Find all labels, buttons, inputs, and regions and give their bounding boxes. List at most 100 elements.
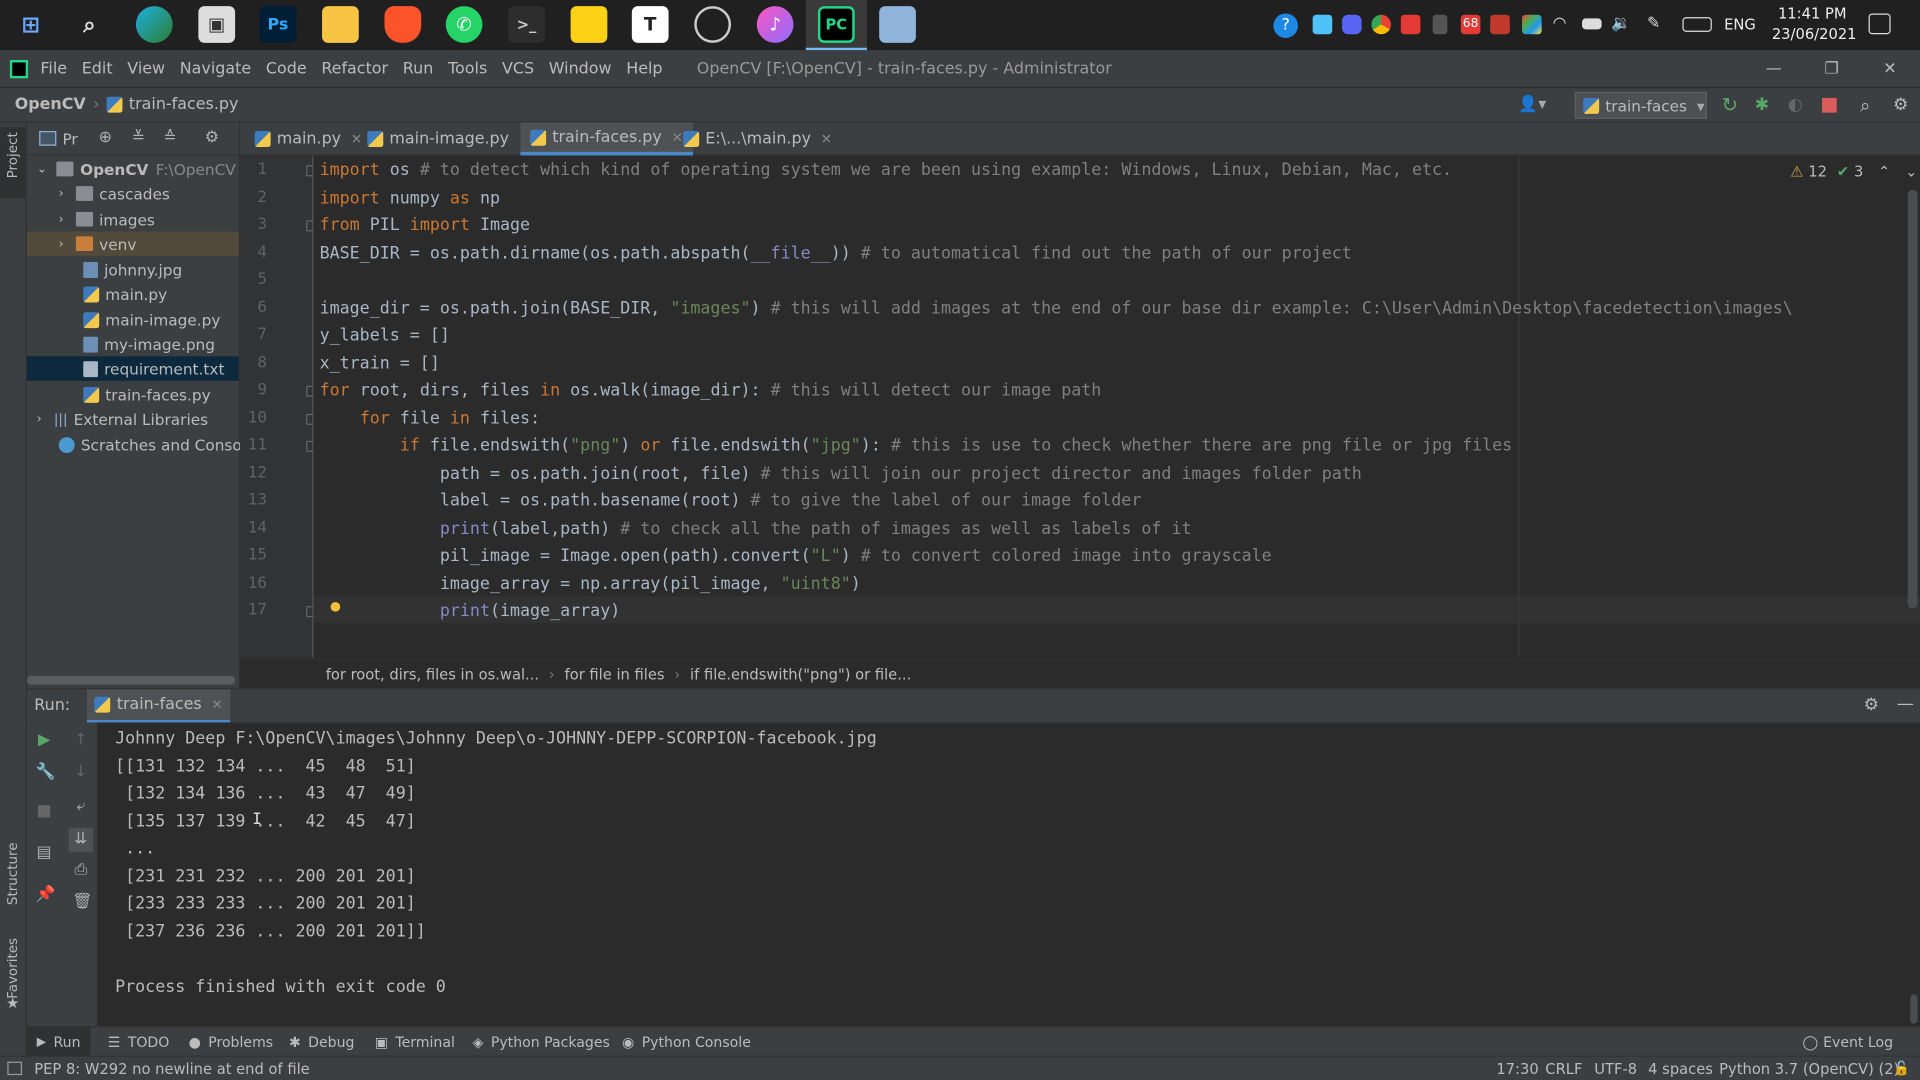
status-message[interactable]: PEP 8: W292 no newline at end of file [34,1060,309,1077]
code-line[interactable]: BASE_DIR = os.path.dirname(os.path.abspa… [320,239,1352,266]
stop-icon[interactable]: ■ [36,803,53,820]
code-line[interactable]: label = os.path.basename(root) # to give… [320,487,1142,514]
tree-item-images[interactable]: › images [59,207,155,231]
code-line[interactable]: from PIL import Image [320,212,530,239]
scroll-to-end-icon[interactable]: ⇊ [68,827,94,853]
tray-red-icon[interactable] [1400,14,1421,35]
tree-root-opencv[interactable]: ⌄ OpenCV F:\OpenCV [37,157,236,181]
coverage-icon[interactable]: ◐ [1788,95,1803,115]
tree-item-requirement-txt[interactable]: requirement.txt [26,356,239,381]
code-line[interactable]: x_train = [] [320,350,440,377]
code-line[interactable]: if file.endswith("png") or file.endswith… [320,432,1512,459]
menu-tools[interactable]: Tools [448,59,487,77]
run-config-selector[interactable]: train-faces ▾ [1574,91,1707,119]
keyboard-icon[interactable] [1682,17,1712,32]
rerun-icon[interactable]: ↻ [1722,93,1738,116]
tree-item-main-image-py[interactable]: main-image.py [83,307,220,331]
menu-window[interactable]: Window [549,59,612,77]
hide-panel-icon[interactable]: — [1897,694,1914,714]
event-log-button[interactable]: ◯ Event Log [1802,1027,1893,1056]
project-view-icon[interactable] [39,131,57,146]
bottom-tab-run[interactable]: ▶ Run [26,1027,91,1057]
project-side-label[interactable]: Project [5,132,21,178]
console-scrollbar[interactable] [1910,994,1918,1024]
shield-icon[interactable] [1432,14,1448,35]
vertical-scrollbar[interactable] [1907,189,1918,609]
menu-edit[interactable]: Edit [82,59,113,77]
code-line[interactable]: image_array = np.array(pil_image, "uint8… [320,570,861,597]
search-icon[interactable]: ⌕ [71,6,108,43]
menu-navigate[interactable]: Navigate [180,59,251,77]
tab-main-image-py[interactable]: main-image.py ✕ [358,122,540,155]
menu-run[interactable]: Run [403,59,434,77]
tree-item-cascades[interactable]: › cascades [59,181,170,205]
favorites-star-icon[interactable]: ★ [6,994,19,1011]
pen-icon[interactable]: ✎ [1647,15,1667,35]
scroll-down-icon[interactable]: ↓ [72,763,89,781]
python-interpreter[interactable]: Python 3.7 (OpenCV) (2) [1719,1060,1899,1077]
code-editor[interactable]: ⚠ 12 ✔ 3 ⌃ ⌄ import os # to detect which… [313,155,1920,658]
previous-highlight-icon[interactable]: ⌃ [1878,163,1890,180]
language-indicator[interactable]: ENG [1724,16,1756,33]
menu-file[interactable]: File [40,59,67,77]
locate-icon[interactable]: ⊕ [97,129,114,147]
terminal-icon[interactable]: >_ [508,6,545,43]
tab-train-faces-py[interactable]: train-faces.py ✕ [520,122,693,156]
expand-all-icon[interactable]: ≚ [130,129,147,147]
typora-icon[interactable]: T [631,6,669,43]
tray-app2-icon[interactable] [1490,14,1510,35]
menu-refactor[interactable]: Refactor [321,59,388,77]
layout-icon[interactable]: ▤ [36,844,53,862]
tree-item-external-libraries[interactable]: › ||| External Libraries [37,407,208,431]
file-encoding[interactable]: UTF-8 [1594,1060,1637,1077]
code-line[interactable]: print(label,path) # to check all the pat… [320,515,1192,542]
tree-item-venv[interactable]: › venv [26,231,239,256]
remote-desktop-icon[interactable] [879,6,916,43]
clock-time[interactable]: 11:41 PM [1778,5,1847,22]
status-panel-toggle-icon[interactable] [7,1061,23,1076]
close-tab-icon[interactable]: ✕ [212,696,223,712]
bottom-tab-todo[interactable]: ☰ TODO [108,1027,170,1056]
inspection-widget[interactable]: ⚠ 12 ✔ 3 ⌃ ⌄ [1790,163,1917,180]
menu-view[interactable]: View [127,59,165,77]
chrome-icon[interactable] [1371,14,1392,35]
code-line[interactable]: import os # to detect which kind of oper… [320,157,1452,184]
settings-gear-icon[interactable]: ⚙ [1893,95,1908,115]
menu-help[interactable]: Help [626,59,662,77]
indent-setting[interactable]: 4 spaces [1648,1060,1713,1077]
tab-external-main-py[interactable]: E:\...\main.py ✕ [673,122,841,155]
pycharm-icon[interactable]: PC [817,6,855,43]
file-explorer-icon[interactable] [322,6,359,43]
code-line[interactable]: for file in files: [320,405,540,432]
next-highlight-icon[interactable]: ⌄ [1905,163,1917,180]
minimize-icon[interactable]: — [1766,59,1782,77]
battery-icon[interactable] [1582,18,1602,30]
bottom-tab-terminal[interactable]: ▣ Terminal [375,1027,455,1056]
intention-bulb-icon[interactable]: ● [331,598,341,616]
breadcrumb-file[interactable]: train-faces.py [129,96,239,114]
sticky-notes-icon[interactable] [570,6,608,43]
breadcrumb-item[interactable]: if file.endswith("png") or file... [690,666,911,683]
stop-icon[interactable] [1822,97,1837,113]
store-icon[interactable]: ▣ [198,6,236,43]
code-line[interactable]: path = os.path.join(root, file) # this w… [320,460,1362,487]
tray-app3-icon[interactable] [1522,14,1542,35]
bottom-tab-problems[interactable]: ● Problems [189,1027,274,1056]
close-icon[interactable]: ✕ [1883,59,1896,77]
soft-wrap-icon[interactable]: ⤶ [72,798,89,815]
code-line[interactable]: print(image_array) [320,598,620,625]
bottom-tab-debug[interactable]: ✱ Debug [289,1027,354,1056]
search-everywhere-icon[interactable]: ⌕ [1860,94,1870,116]
wrench-icon[interactable]: 🔧 [36,763,56,781]
notifications-icon[interactable] [1868,13,1891,35]
tree-item-train-faces-py[interactable]: train-faces.py [83,382,211,406]
pin-icon[interactable]: 📌 [36,886,56,904]
line-separator[interactable]: CRLF [1545,1060,1582,1077]
project-settings-gear-icon[interactable]: ⚙ [203,129,220,147]
project-view-label[interactable]: Pr [62,130,77,148]
start-icon[interactable]: ⊞ [12,6,49,43]
scroll-up-icon[interactable]: ↑ [72,732,89,749]
clock-date[interactable]: 23/06/2021 [1772,26,1857,43]
tray-app-icon[interactable] [1312,14,1333,35]
collapse-all-icon[interactable]: ≙ [162,129,179,147]
